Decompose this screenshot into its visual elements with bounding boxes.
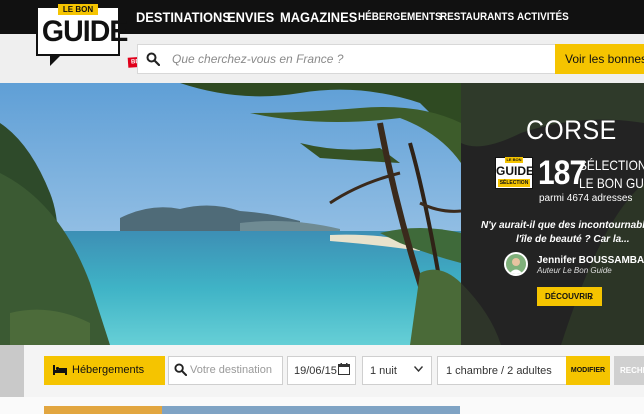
category-label: Hébergements	[72, 364, 145, 376]
booking-bar-edge	[0, 345, 24, 397]
discover-button[interactable]: DÉCOUVRIR	[537, 287, 602, 306]
teaser-quote-line2: l'île de beauté ? Car la...	[516, 234, 630, 245]
avatar[interactable]	[504, 252, 528, 276]
chevron-right-icon: ›	[589, 292, 592, 302]
site-logo[interactable]: LE BON GUIDE BETA	[36, 4, 151, 68]
nav-item-magazines[interactable]: MAGAZINES	[280, 0, 364, 34]
date-value: 19/06/15	[294, 365, 337, 377]
logo-word: GUIDE	[41, 15, 128, 48]
rooms-value: 1 chambre / 2 adultes	[446, 365, 552, 377]
calendar-icon[interactable]	[338, 363, 350, 375]
hero-image	[0, 83, 461, 345]
content-thumbnail[interactable]	[44, 406, 162, 414]
destination-input[interactable]	[190, 358, 280, 382]
logo-speech-tail	[50, 54, 62, 66]
selections-label-line1: SÉLECTIONS	[579, 157, 644, 173]
selections-label-line2: LE BON GUIDE	[579, 175, 644, 191]
author-role: Auteur Le Bon Guide	[537, 266, 612, 275]
bed-icon	[53, 365, 67, 375]
logo-tab: LE BON	[58, 4, 98, 15]
search-input[interactable]	[166, 45, 551, 73]
nav-item-restaurants[interactable]: RESTAURANTS	[440, 0, 522, 34]
booking-search-button[interactable]: RECHE	[614, 356, 644, 385]
search-icon	[174, 363, 187, 376]
nav-item-hebergements[interactable]: HÉBERGEMENTS	[358, 0, 451, 34]
search-icon	[146, 52, 160, 66]
addresses-count: parmi 4674 adresses	[539, 193, 633, 204]
nav-item-activites[interactable]: ACTIVITÉS	[517, 0, 574, 34]
destination-panel: CORSE LE BON GUIDE SÉLECTION 187 SÉLECTI…	[461, 83, 644, 345]
modify-button[interactable]: MODIFIER	[566, 356, 610, 385]
chevron-down-icon	[414, 366, 423, 372]
author-name[interactable]: Jennifer BOUSSAMBA	[537, 255, 644, 266]
destination-title: CORSE	[526, 115, 617, 145]
guide-selection-badge: LE BON GUIDE SÉLECTION	[495, 157, 534, 189]
nav-item-envies[interactable]: ENVIES	[227, 0, 278, 34]
teaser-quote-line1: N'y aurait-il que des incontournables	[481, 220, 644, 231]
content-thumbnail[interactable]	[162, 406, 460, 414]
nights-value: 1 nuit	[370, 365, 397, 377]
nav-item-destinations[interactable]: DESTINATIONS	[136, 0, 239, 34]
search-button[interactable]: Voir les bonnes adr	[555, 44, 644, 74]
